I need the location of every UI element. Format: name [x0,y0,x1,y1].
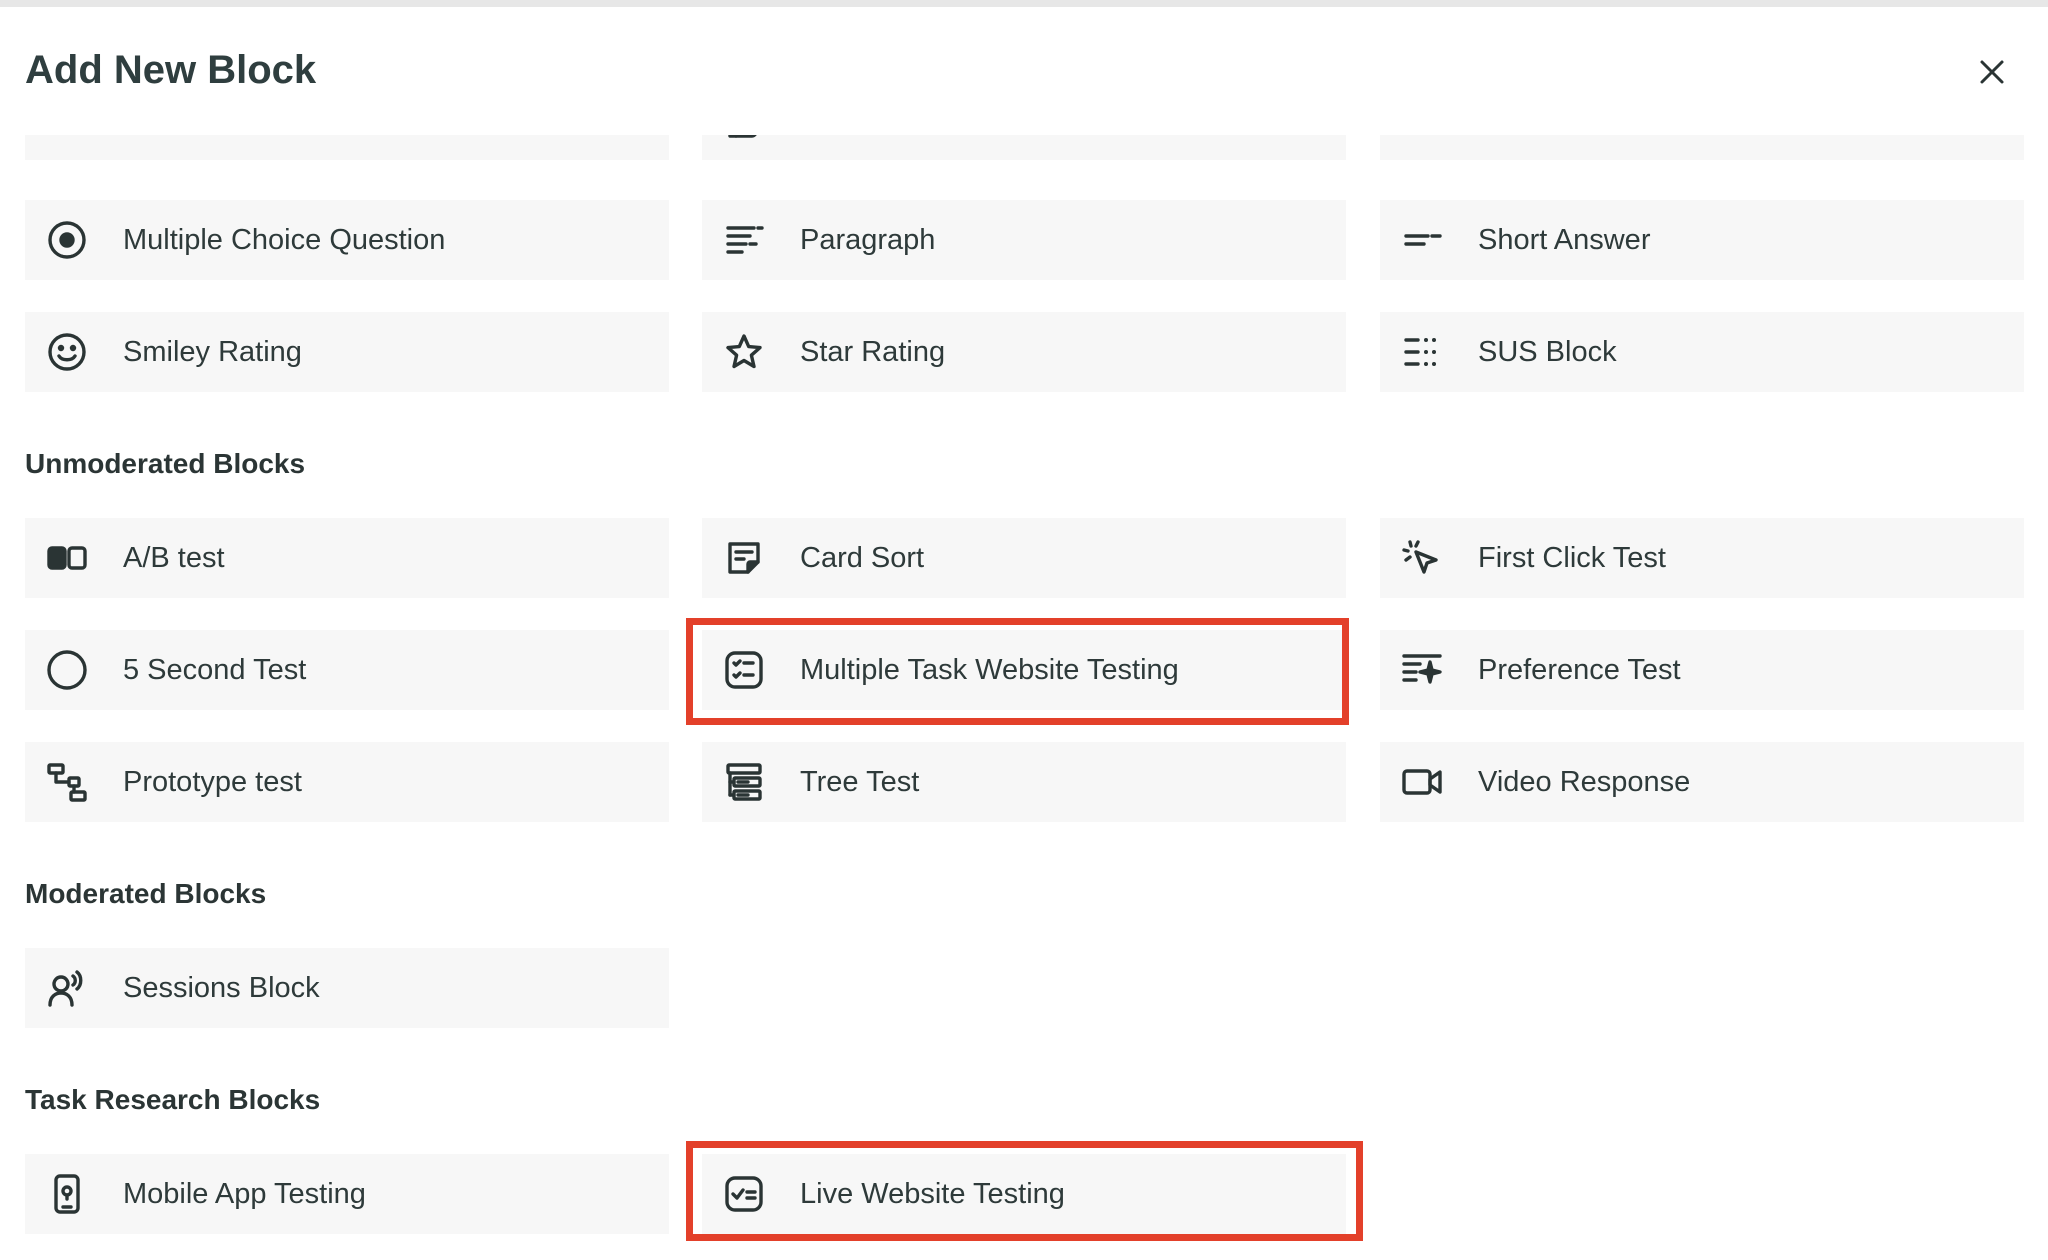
section-moderated-heading: Moderated Blocks [25,878,267,909]
scale-icon [1402,135,1442,140]
block-label: Video Response [1478,766,1691,798]
section-unmoderated-heading: Unmoderated Blocks [25,448,306,479]
block-label: Multiple Choice Question [123,224,446,256]
block-multiple-choice[interactable]: Multiple Choice Question [25,200,669,280]
paragraph-icon [724,220,764,260]
block-list[interactable]: Group & Randomization Thumbs Up/Down Lik… [0,135,2048,1260]
star-icon [724,332,764,372]
thumbs-icon [724,135,764,140]
block-label: Prototype test [123,766,302,798]
block-thumbs-up-down[interactable]: Thumbs Up/Down [702,135,1346,160]
dialog-title: Add New Block [25,48,317,92]
speaking-person-icon [47,968,87,1008]
cursor-click-icon [1402,538,1442,578]
block-likert-scale[interactable]: Likert Scale [1380,135,2024,160]
block-label: Star Rating [800,336,946,368]
block-label: Likert Scale [1478,135,1630,160]
close-button[interactable] [1970,50,2014,94]
checklist-window-icon [724,1174,764,1214]
close-icon [1980,60,2004,84]
block-label: 5 Second Test [123,654,307,686]
card-sort-icon [724,538,764,578]
block-sus[interactable]: SUS Block [1380,312,2024,392]
preference-icon [1402,650,1442,690]
block-paragraph[interactable]: Paragraph [702,200,1346,280]
block-live-website-testing[interactable]: Live Website Testing [702,1154,1346,1234]
block-label: A/B test [123,542,225,574]
block-preference-test[interactable]: Preference Test [1380,630,2024,710]
radio-icon [47,220,87,260]
short-answer-icon [1402,220,1442,260]
block-label: Group & Randomization [123,135,433,160]
block-short-answer[interactable]: Short Answer [1380,200,2024,280]
block-sessions[interactable]: Sessions Block [25,948,669,1028]
block-smiley-rating[interactable]: Smiley Rating [25,312,669,392]
layers-icon [47,135,87,140]
top-border [0,0,2048,7]
block-5-second-test[interactable]: 5 Second Test [25,630,669,710]
block-label: SUS Block [1478,336,1617,368]
block-first-click[interactable]: First Click Test [1380,518,2024,598]
block-tree-test[interactable]: Tree Test [702,742,1346,822]
sus-list-icon [1402,332,1442,372]
block-mobile-app-testing[interactable]: Mobile App Testing [25,1154,669,1234]
block-label: Smiley Rating [123,336,302,368]
section-task-research-heading: Task Research Blocks [25,1084,321,1115]
block-label: Card Sort [800,542,925,574]
smiley-icon [47,332,87,372]
block-label: Tree Test [800,766,920,798]
block-prototype-test[interactable]: Prototype test [25,742,669,822]
block-label: Mobile App Testing [123,1178,366,1210]
mobile-icon [47,1174,87,1214]
block-star-rating[interactable]: Star Rating [702,312,1346,392]
block-label: Preference Test [1478,654,1681,686]
block-label: Multiple Task Website Testing [800,654,1179,686]
block-multiple-task-website-testing[interactable]: Multiple Task Website Testing [702,630,1346,710]
block-label: Short Answer [1478,224,1651,256]
block-label: Paragraph [800,224,936,256]
block-label: First Click Test [1478,542,1666,574]
block-ab-test[interactable]: A/B test [25,518,669,598]
block-label: Live Website Testing [800,1178,1065,1210]
ab-test-icon [47,538,87,578]
video-camera-icon [1402,762,1442,802]
block-group-randomization[interactable]: Group & Randomization [25,135,669,160]
task-list-icon [724,650,764,690]
block-card-sort[interactable]: Card Sort [702,518,1346,598]
block-label: Thumbs Up/Down [800,135,1032,160]
circle-icon [47,650,87,690]
prototype-flow-icon [47,762,87,802]
block-video-response[interactable]: Video Response [1380,742,2024,822]
block-label: Sessions Block [123,972,320,1004]
tree-icon [724,762,764,802]
